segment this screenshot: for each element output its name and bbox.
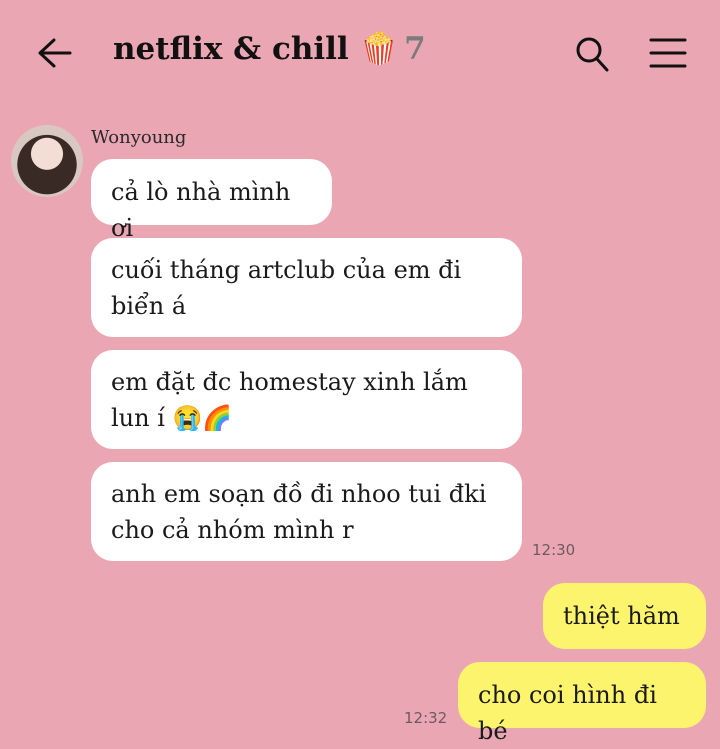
message-timestamp: 12:32 bbox=[404, 709, 448, 727]
sent-message-bubble[interactable]: cho coi hình đi bé bbox=[458, 662, 706, 745]
member-count: 7 bbox=[404, 31, 426, 67]
search-icon[interactable] bbox=[575, 36, 609, 72]
arrow-left-icon[interactable] bbox=[34, 36, 74, 70]
message-bubble[interactable]: cuối tháng artclub của em đi biển á bbox=[91, 238, 522, 337]
message-bubble[interactable]: em đặt đc homestay xinh lắm lun í 😭🌈 bbox=[91, 350, 522, 449]
sender-name: Wonyoung bbox=[91, 127, 187, 148]
hamburger-menu-icon[interactable] bbox=[649, 37, 687, 69]
chat-title: netflix & chill 🍿 7 bbox=[113, 30, 426, 67]
avatar[interactable] bbox=[11, 125, 83, 197]
chat-header: netflix & chill 🍿 7 bbox=[0, 0, 720, 105]
chat-title-text: netflix & chill 🍿 bbox=[113, 31, 399, 67]
sent-message-bubble[interactable]: thiệt hăm bbox=[543, 583, 706, 649]
message-bubble[interactable]: cả lò nhà mình ơi bbox=[91, 159, 332, 242]
message-bubble[interactable]: anh em soạn đồ đi nhoo tui đki cho cả nh… bbox=[91, 462, 522, 561]
message-timestamp: 12:30 bbox=[532, 541, 576, 559]
